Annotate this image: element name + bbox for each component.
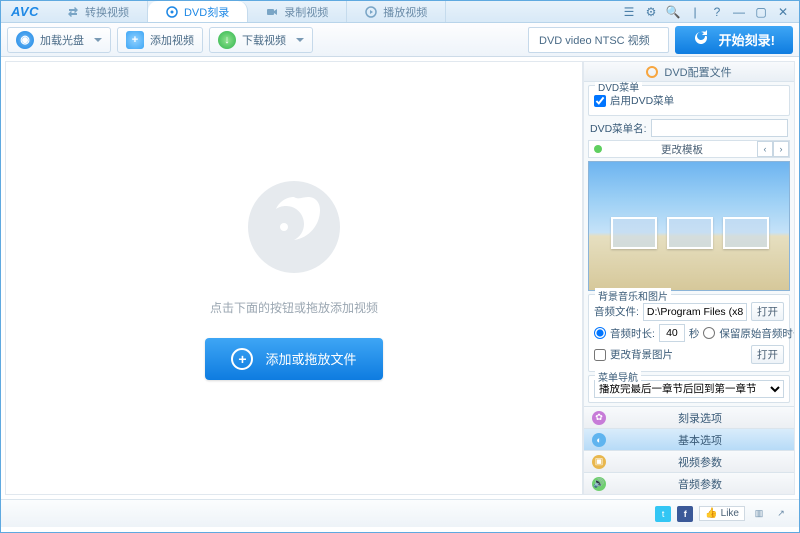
accordion-label: 基本选项 [614, 432, 786, 448]
placeholder-icon [244, 177, 344, 277]
menu-name-label: DVD菜单名: [590, 121, 647, 136]
thumbs-up-icon: 👍 [705, 508, 717, 519]
like-label: Like [721, 508, 739, 519]
accordion-label: 刻录选项 [614, 410, 786, 426]
popout-icon[interactable]: ↗ [773, 506, 789, 522]
audio-duration-input[interactable] [659, 324, 685, 342]
accordion-label: 视频参数 [614, 454, 786, 470]
disc-icon [166, 6, 178, 18]
drop-area[interactable]: 点击下面的按钮或拖放添加视频 + 添加或拖放文件 [5, 61, 583, 495]
tab-label: DVD刻录 [184, 4, 229, 20]
group-legend: 背景音乐和图片 [595, 288, 671, 303]
audio-duration-radio[interactable] [594, 327, 606, 339]
accordion-label: 音频参数 [614, 476, 786, 492]
button-label: 加载光盘 [40, 32, 84, 48]
preview-thumb [723, 217, 769, 249]
download-video-button[interactable]: ↓ 下载视频 [209, 27, 313, 53]
enable-menu-label: 启用DVD菜单 [610, 93, 674, 108]
tab-convert[interactable]: 转换视频 [49, 1, 148, 22]
audio-icon: 🔊 [592, 477, 606, 491]
change-bg-label: 更改背景图片 [610, 347, 747, 362]
record-icon [266, 6, 278, 18]
audio-file-input[interactable] [643, 303, 747, 321]
tab-play[interactable]: 播放视频 [347, 1, 446, 22]
accordion-video-params[interactable]: ▣ 视频参数 [584, 450, 794, 472]
twitter-icon[interactable]: t [655, 506, 671, 522]
add-video-button[interactable]: + 添加视频 [117, 27, 203, 53]
like-button[interactable]: 👍 Like [699, 506, 745, 521]
gear-icon: ✿ [592, 411, 606, 425]
open-audio-button[interactable]: 打开 [751, 302, 784, 321]
keep-original-radio[interactable] [703, 327, 715, 339]
menu-nav-group: 菜单导航 播放完最后一章节后回到第一章节 [588, 375, 790, 403]
audio-duration-label: 音频时长: [610, 326, 655, 341]
play-icon [365, 6, 377, 18]
search-icon[interactable]: 🔍 [665, 4, 681, 20]
tab-dvd-burn[interactable]: DVD刻录 [148, 1, 248, 22]
output-profile-select[interactable]: DVD video NTSC 视频 [528, 27, 669, 53]
preview-thumb [667, 217, 713, 249]
convert-icon [67, 6, 79, 18]
drop-hint: 点击下面的按钮或拖放添加视频 [210, 299, 378, 316]
tab-label: 播放视频 [383, 4, 427, 20]
preview-thumb [611, 217, 657, 249]
button-label: 开始刻录! [719, 30, 775, 49]
tab-label: 转换视频 [85, 4, 129, 20]
sidebar-title: DVD配置文件 [664, 64, 731, 80]
chevron-down-icon [94, 38, 102, 42]
film-icon: + [126, 31, 144, 49]
sidebar: DVD配置文件 DVD菜单 启用DVD菜单 DVD菜单名: 更改模板 ‹ › [583, 61, 795, 495]
facebook-icon[interactable]: f [677, 506, 693, 522]
maximize-icon[interactable]: ▢ [753, 4, 769, 20]
divider: | [687, 4, 703, 20]
accordion-basic-options[interactable]: ◐ 基本选项 [584, 428, 794, 450]
globe-icon: ↓ [218, 31, 236, 49]
template-label[interactable]: 更改模板 [607, 142, 757, 157]
group-legend: 菜单导航 [595, 369, 641, 384]
group-legend: DVD菜单 [595, 82, 642, 94]
flame-icon [646, 66, 658, 78]
refresh-icon [693, 30, 709, 49]
start-burn-button[interactable]: 开始刻录! [675, 26, 793, 54]
help-icon[interactable]: ? [709, 4, 725, 20]
chevron-down-icon [296, 38, 304, 42]
app-logo: AVC [1, 4, 49, 19]
disc-icon: ◉ [16, 31, 34, 49]
add-file-button[interactable]: + 添加或拖放文件 [205, 338, 382, 380]
tab-label: 录制视频 [284, 4, 328, 20]
enable-menu-checkbox[interactable] [594, 95, 606, 107]
open-bg-button[interactable]: 打开 [751, 345, 784, 364]
status-dot-icon [589, 144, 607, 154]
share-icon[interactable]: ▥ [751, 506, 767, 522]
profile-label: DVD video NTSC 视频 [539, 32, 650, 48]
menu-icon[interactable]: ☰ [621, 4, 637, 20]
template-preview[interactable] [588, 161, 790, 291]
seconds-label: 秒 [689, 326, 700, 341]
video-icon: ▣ [592, 455, 606, 469]
minimize-icon[interactable]: — [731, 4, 747, 20]
menu-name-input[interactable] [651, 119, 788, 137]
load-disc-button[interactable]: ◉ 加载光盘 [7, 27, 111, 53]
dvd-menu-group: DVD菜单 启用DVD菜单 [588, 85, 790, 116]
bg-music-group: 背景音乐和图片 音频文件: 打开 音频时长: 秒 保留原始音频时长 更改背景图片 [588, 294, 790, 372]
button-label: 添加或拖放文件 [265, 349, 356, 368]
window-controls: ☰ ⚙ 🔍 | ? — ▢ ✕ [613, 4, 799, 20]
gear-icon[interactable]: ⚙ [643, 4, 659, 20]
sidebar-header: DVD配置文件 [584, 62, 794, 82]
accordion-burn-options[interactable]: ✿ 刻录选项 [584, 406, 794, 428]
main-tabs: 转换视频 DVD刻录 录制视频 播放视频 [49, 1, 613, 22]
tab-record[interactable]: 录制视频 [248, 1, 347, 22]
prev-template-button[interactable]: ‹ [757, 141, 773, 157]
plus-icon: + [231, 348, 253, 370]
close-icon[interactable]: ✕ [775, 4, 791, 20]
keep-original-label: 保留原始音频时长 [719, 326, 794, 341]
button-label: 下载视频 [242, 32, 286, 48]
footer: t f 👍 Like ▥ ↗ [1, 499, 799, 527]
button-label: 添加视频 [150, 32, 194, 48]
globe-icon: ◐ [592, 433, 606, 447]
next-template-button[interactable]: › [773, 141, 789, 157]
accordion-audio-params[interactable]: 🔊 音频参数 [584, 472, 794, 494]
change-bg-checkbox[interactable] [594, 349, 606, 361]
audio-file-label: 音频文件: [594, 304, 639, 319]
